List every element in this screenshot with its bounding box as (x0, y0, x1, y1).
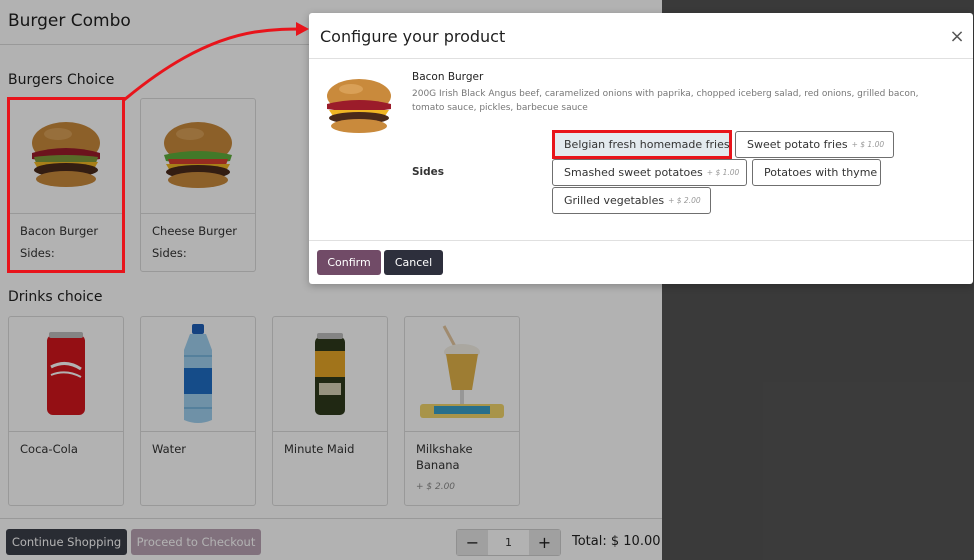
annotation-arrow (123, 22, 309, 102)
